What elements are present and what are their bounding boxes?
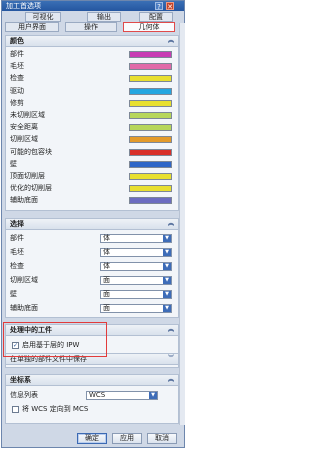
selection-label: 毛坯	[10, 248, 24, 256]
color-swatch[interactable]	[129, 136, 172, 144]
orient-wcs-checkbox[interactable]	[12, 406, 19, 413]
apply-button[interactable]: 应用	[112, 433, 142, 444]
close-icon[interactable]: ✕	[166, 2, 174, 11]
color-label: 驱动	[10, 86, 24, 95]
color-swatch[interactable]	[129, 160, 172, 168]
colors-header[interactable]: 颜色 ︽	[6, 36, 178, 47]
highlight-box	[3, 322, 107, 357]
color-swatch[interactable]	[129, 112, 172, 119]
selection-label: 切削区域	[10, 276, 38, 284]
dropdown-arrow-icon: ▼	[163, 249, 171, 256]
color-label: 未切削区域	[10, 111, 45, 119]
color-swatch[interactable]	[129, 173, 172, 180]
color-swatch[interactable]	[129, 99, 172, 107]
dropdown-arrow-icon: ▼	[149, 392, 157, 399]
selection-dropdown[interactable]: 面 ▼	[100, 290, 172, 299]
color-swatch[interactable]	[129, 75, 172, 83]
color-label: 可能的包容块	[10, 147, 52, 156]
collapse-icon: ︽	[167, 220, 174, 227]
colors-section: 颜色 ︽ 部件毛坯检查驱动修剪未切削区域安全距离切削区域可能的包容块壁顶面切削层优…	[5, 35, 179, 211]
window-title: 加工首选项	[6, 2, 41, 10]
help-icon[interactable]: ?	[155, 2, 163, 11]
color-label: 切削区域	[10, 135, 38, 144]
color-label: 修剪	[10, 98, 24, 107]
color-swatch[interactable]	[129, 185, 172, 193]
coordinate-section: 坐标系 ︽ 信息列表 WCS ▼ 将 WCS 定向到 MCS	[5, 374, 179, 424]
color-label: 部件	[10, 50, 24, 58]
color-label: 顶面切削层	[10, 172, 45, 180]
dropdown-arrow-icon: ▼	[163, 291, 171, 298]
info-list-select[interactable]: WCS ▼	[86, 391, 158, 400]
color-label: 毛坯	[10, 62, 24, 71]
selection-dropdown[interactable]: 体 ▼	[100, 262, 172, 271]
color-swatch[interactable]	[129, 148, 172, 156]
selection-label: 辅助底面	[10, 304, 38, 312]
scrollbar[interactable]	[179, 23, 185, 425]
selection-dropdown[interactable]: 体 ▼	[100, 248, 172, 257]
tab-geometry[interactable]: 几何体	[123, 22, 175, 32]
tab-config[interactable]: 配置	[139, 12, 173, 22]
color-label: 安全距离	[10, 123, 38, 132]
color-label: 壁	[10, 159, 17, 168]
color-swatch[interactable]	[129, 87, 172, 95]
collapse-icon: ︽	[167, 37, 174, 44]
cancel-button[interactable]: 取消	[147, 433, 177, 444]
dropdown-arrow-icon: ▼	[163, 263, 171, 270]
color-label: 检查	[10, 74, 24, 83]
dropdown-arrow-icon: ▼	[163, 235, 171, 242]
coordinate-header[interactable]: 坐标系 ︽	[6, 375, 178, 386]
selection-label: 检查	[10, 262, 24, 270]
color-swatch[interactable]	[129, 124, 172, 132]
info-list-label: 信息列表	[10, 391, 38, 399]
selection-label: 部件	[10, 234, 24, 242]
color-label: 优化的切削层	[10, 184, 52, 193]
collapse-icon: ︽	[167, 326, 174, 333]
color-label: 辅助底面	[10, 196, 38, 205]
title-bar[interactable]: 加工首选项 ? ✕	[2, 1, 184, 11]
dropdown-arrow-icon: ▼	[163, 277, 171, 284]
color-swatch[interactable]	[129, 197, 172, 205]
preferences-dialog: 加工首选项 ? ✕ 可视化 输出 配置 用户界面 操作 几何体 颜色 ︽ 部件 毛坯…	[1, 0, 185, 448]
selection-header[interactable]: 选择 ︽	[6, 219, 178, 230]
ok-button[interactable]: 确定	[77, 433, 107, 444]
selection-dropdown[interactable]: 体 ▼	[100, 234, 172, 243]
tab-user-interface[interactable]: 用户界面	[5, 22, 59, 32]
color-swatch[interactable]	[129, 51, 172, 58]
selection-section: 选择 ︽ 部件体 ▼ 毛坯体 ▼ 检查体 ▼ 切削区域面 ▼ 壁面 ▼ 辅助底面面 ▼	[5, 218, 179, 318]
selection-dropdown[interactable]: 面 ▼	[100, 276, 172, 285]
tab-visualization[interactable]: 可视化	[25, 12, 61, 22]
dropdown-arrow-icon: ▼	[163, 305, 171, 312]
tab-operation[interactable]: 操作	[65, 22, 117, 32]
expand-icon: ︾	[167, 355, 174, 362]
color-swatch[interactable]	[129, 63, 172, 71]
selection-dropdown[interactable]: 面 ▼	[100, 304, 172, 313]
orient-wcs-label: 将 WCS 定向到 MCS	[22, 405, 89, 413]
selection-label: 壁	[10, 290, 17, 298]
collapse-icon: ︽	[167, 376, 174, 383]
tab-output[interactable]: 输出	[87, 12, 121, 22]
